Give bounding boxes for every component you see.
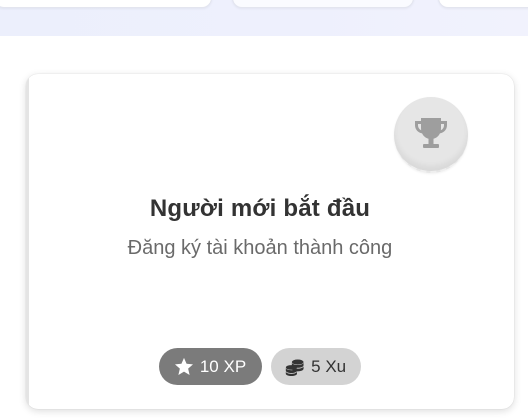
top-tab-strip xyxy=(0,0,528,36)
coin-reward-badge: 5 Xu xyxy=(271,348,362,385)
coin-reward-label: 5 Xu xyxy=(311,356,347,376)
achievement-badge xyxy=(394,97,468,173)
achievement-card[interactable]: Người mới bắt đầu Đăng ký tài khoản thàn… xyxy=(26,74,514,409)
tab-fragment-left[interactable] xyxy=(0,0,212,8)
achievement-title: Người mới bắt đầu xyxy=(149,195,371,222)
tab-fragment-right[interactable] xyxy=(438,0,528,8)
tab-fragment-middle[interactable] xyxy=(232,0,414,8)
xp-reward-label: 10 XP xyxy=(199,356,247,376)
reward-list: 10 XP 5 Xu xyxy=(26,348,494,385)
achievement-description: Đăng ký tài khoản thành công xyxy=(127,237,393,259)
coins-icon xyxy=(285,358,305,376)
trophy-icon xyxy=(415,118,447,148)
xp-reward-badge: 10 XP xyxy=(158,348,263,385)
star-icon xyxy=(174,357,194,376)
